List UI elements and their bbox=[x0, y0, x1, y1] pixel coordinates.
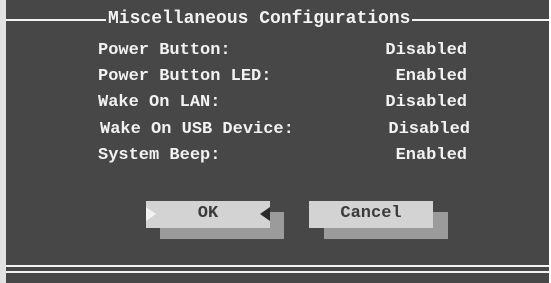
setting-value-power-button-led[interactable]: Enabled bbox=[356, 67, 467, 87]
setting-value-power-button[interactable]: Disabled bbox=[356, 41, 467, 61]
dialog-title: Miscellaneous Configurations bbox=[106, 9, 413, 29]
setting-value-wake-on-lan[interactable]: Disabled bbox=[356, 93, 467, 113]
setting-label-wake-on-usb: Wake On USB Device: bbox=[100, 120, 294, 139]
cancel-button-label: Cancel bbox=[340, 204, 402, 223]
focus-arrow-left-icon bbox=[260, 207, 270, 221]
setting-label-system-beep: System Beep: bbox=[98, 146, 221, 165]
frame-bottom-line-2 bbox=[6, 271, 549, 273]
ok-button[interactable]: OK bbox=[146, 201, 270, 228]
misc-config-dialog: Miscellaneous Configurations Power Butto… bbox=[6, 0, 551, 283]
setting-value-system-beep[interactable]: Enabled bbox=[356, 146, 467, 166]
ok-button-label: OK bbox=[197, 204, 219, 223]
setting-label-power-button-led: Power Button LED: bbox=[98, 67, 272, 86]
frame-bottom-line-1 bbox=[6, 265, 549, 267]
focus-arrow-right-icon bbox=[146, 207, 156, 221]
setting-label-wake-on-lan: Wake On LAN: bbox=[98, 93, 221, 112]
cancel-button[interactable]: Cancel bbox=[309, 201, 433, 228]
setting-value-wake-on-usb[interactable]: Disabled bbox=[356, 120, 470, 140]
setting-label-power-button: Power Button: bbox=[98, 41, 231, 60]
